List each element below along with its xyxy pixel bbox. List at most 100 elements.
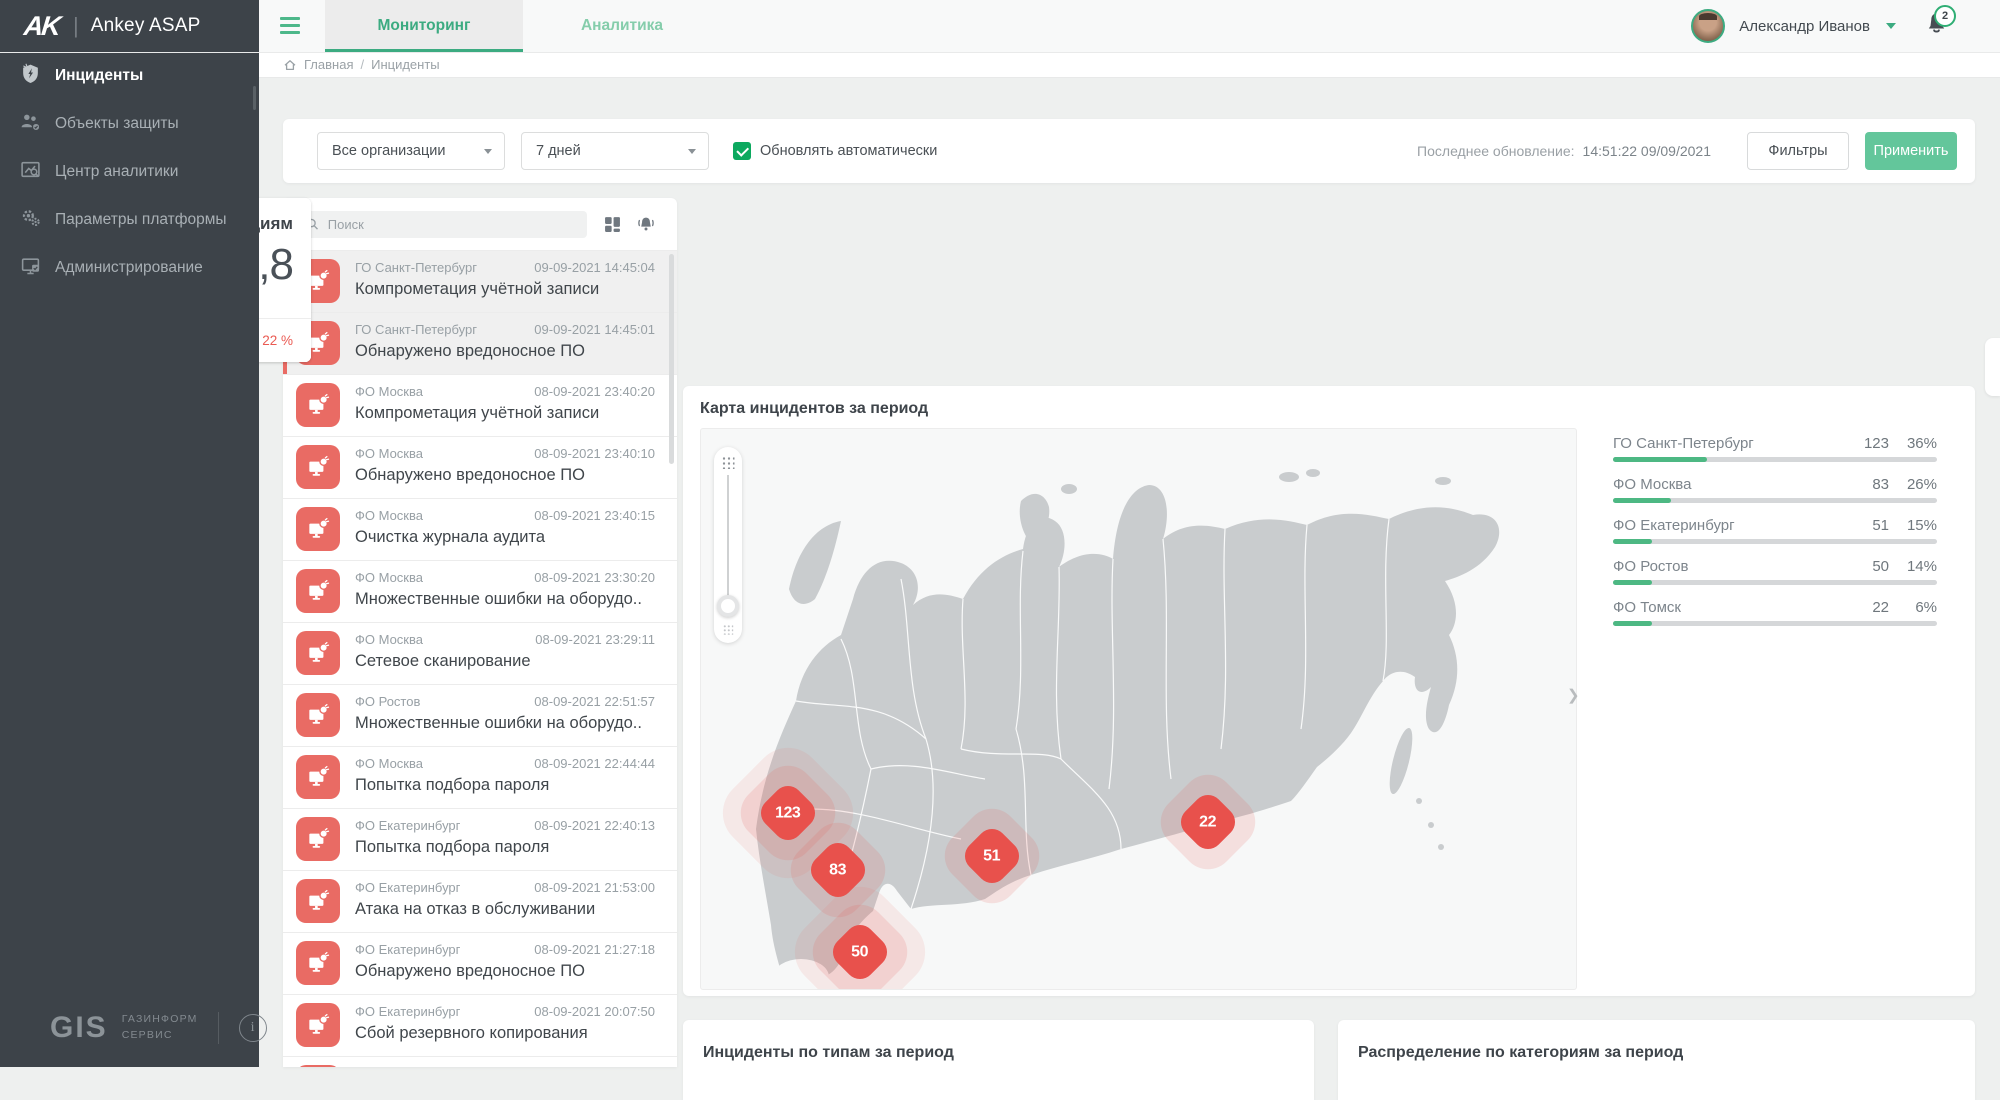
alert-bell-icon[interactable] bbox=[637, 215, 655, 233]
search-input[interactable] bbox=[326, 216, 578, 233]
administration-icon bbox=[20, 255, 41, 281]
map-zoom-slider[interactable] bbox=[714, 447, 742, 643]
chevron-down-icon[interactable] bbox=[1886, 23, 1896, 29]
tab-monitoring[interactable]: Мониторинг bbox=[325, 0, 523, 52]
filters-button[interactable]: Фильтры bbox=[1747, 132, 1849, 170]
chevron-down-icon bbox=[484, 149, 492, 154]
sidebar-item-label: Параметры платформы bbox=[55, 211, 227, 229]
zoom-handle[interactable] bbox=[717, 595, 739, 617]
legend-bar-fill bbox=[1613, 498, 1671, 503]
breadcrumb: Главная / Инциденты bbox=[259, 52, 2000, 78]
legend-label: ФО Екатеринбург bbox=[1613, 517, 1872, 534]
incident-type-icon bbox=[296, 817, 340, 861]
incident-row[interactable]: ФО Екатеринбург 08-09-2021 21:27:18 Обна… bbox=[283, 932, 677, 994]
legend-bar-fill bbox=[1613, 539, 1652, 544]
incident-organization: ГО Санкт-Петербург bbox=[355, 322, 477, 337]
legend-value: 22 bbox=[1872, 599, 1889, 616]
incident-timestamp: 08-09-2021 23:40:15 bbox=[534, 508, 655, 523]
incident-title: Обнаружено вредоносное ПО bbox=[355, 466, 585, 485]
incident-organization: ФО Екатеринбург bbox=[355, 1004, 460, 1019]
sidebar-item-label: Центр аналитики bbox=[55, 163, 178, 181]
footer-divider bbox=[218, 1012, 219, 1044]
legend-bar-track bbox=[1613, 457, 1937, 462]
grid-view-icon[interactable] bbox=[603, 215, 621, 233]
tab-analytics[interactable]: Аналитика bbox=[523, 0, 721, 52]
legend-bar-fill bbox=[1613, 580, 1652, 585]
incident-organization: ФО Ростов bbox=[355, 694, 420, 709]
legend-row: ФО Томск 22 6% bbox=[1613, 599, 1937, 640]
incident-organization: ФО Москва bbox=[355, 756, 423, 771]
sidebar-item-label: Администрирование bbox=[55, 259, 203, 277]
incident-row[interactable]: ФО Екатеринбург 08-09-2021 21:53:00 Атак… bbox=[283, 870, 677, 932]
incident-organization: ГО Санкт-Петербург bbox=[355, 260, 477, 275]
sidebar-item[interactable]: Инциденты bbox=[0, 52, 259, 100]
incident-row[interactable]: ФО Екатеринбург 08-09-2021 20:07:50 Сбой… bbox=[283, 994, 677, 1056]
breadcrumb-home[interactable]: Главная bbox=[304, 57, 353, 72]
incident-type-icon bbox=[296, 879, 340, 923]
auto-refresh-toggle[interactable]: Обновлять автоматически bbox=[733, 142, 937, 160]
shield-bolt-icon bbox=[20, 63, 41, 89]
incident-row[interactable]: ФО Москва 08-09-2021 22:44:44 Попытка по… bbox=[283, 746, 677, 808]
home-icon[interactable] bbox=[283, 58, 297, 72]
menu-toggle-icon[interactable] bbox=[280, 17, 300, 34]
incident-type-icon bbox=[296, 693, 340, 737]
scroll-indicator[interactable] bbox=[1985, 338, 2000, 396]
incident-row[interactable]: ФО Москва 08-09-2021 23:40:15 Очистка жу… bbox=[283, 498, 677, 560]
info-icon[interactable]: i bbox=[239, 1014, 267, 1042]
kpi-delta-value: 22 % bbox=[262, 333, 293, 348]
incident-row[interactable]: ФО Москва 08-09-2021 23:40:20 Компромета… bbox=[283, 374, 677, 436]
collapse-chevron-icon[interactable]: ❯ bbox=[1567, 686, 1580, 704]
filter-bar: Все организации 7 дней Обновлять автомат… bbox=[283, 119, 1975, 183]
incident-list-header bbox=[283, 198, 677, 250]
incident-timestamp: 08-09-2021 20:07:50 bbox=[534, 1004, 655, 1019]
incident-row[interactable] bbox=[283, 1056, 677, 1067]
organization-select[interactable]: Все организации bbox=[317, 132, 505, 170]
list-scrollbar[interactable] bbox=[669, 254, 674, 464]
sidebar-item[interactable]: Центр аналитики bbox=[0, 148, 259, 196]
checkbox-checked-icon[interactable] bbox=[733, 142, 751, 160]
incident-timestamp: 08-09-2021 23:30:20 bbox=[534, 570, 655, 585]
legend-value: 50 bbox=[1872, 558, 1889, 575]
incident-timestamp: 09-09-2021 14:45:01 bbox=[534, 322, 655, 337]
incident-row[interactable]: ФО Ростов 08-09-2021 22:51:57 Множествен… bbox=[283, 684, 677, 746]
legend-percent: 26% bbox=[1889, 476, 1937, 493]
sidebar-footer: GIS ГАЗИНФОРМСЕРВИС i bbox=[50, 1011, 267, 1045]
analytics-center-icon bbox=[20, 159, 41, 185]
legend-bar-track bbox=[1613, 498, 1937, 503]
incident-title: Сетевое сканирование bbox=[355, 652, 531, 671]
zoom-in-icon[interactable] bbox=[722, 456, 735, 469]
map-canvas[interactable]: 123 83 51 50 22 bbox=[700, 428, 1577, 990]
sidebar-item-label: Объекты защиты bbox=[55, 115, 179, 133]
incident-organization: ФО Москва bbox=[355, 508, 423, 523]
sidebar-item[interactable]: Администрирование bbox=[0, 244, 259, 292]
gis-logo: GIS bbox=[50, 1011, 108, 1045]
incident-type-icon bbox=[296, 1003, 340, 1047]
sidebar-item[interactable]: Объекты защиты bbox=[0, 100, 259, 148]
apply-button[interactable]: Применить bbox=[1865, 132, 1957, 170]
auto-refresh-label: Обновлять автоматически bbox=[760, 143, 937, 159]
incident-row[interactable]: ФО Екатеринбург 08-09-2021 22:40:13 Попы… bbox=[283, 808, 677, 870]
incident-organization: ФО Екатеринбург bbox=[355, 818, 460, 833]
search-box[interactable] bbox=[297, 211, 587, 238]
incident-title: Компрометация учётной записи bbox=[355, 280, 599, 299]
legend-value: 51 bbox=[1872, 517, 1889, 534]
sidebar-item[interactable]: Параметры платформы bbox=[0, 196, 259, 244]
avatar[interactable] bbox=[1691, 9, 1725, 43]
incident-row[interactable]: ФО Москва 08-09-2021 23:40:10 Обнаружено… bbox=[283, 436, 677, 498]
legend-label: ФО Москва bbox=[1613, 476, 1872, 493]
legend-bar-track bbox=[1613, 539, 1937, 544]
incident-type-icon bbox=[296, 507, 340, 551]
gis-company-name: ГАЗИНФОРМСЕРВИС bbox=[122, 1012, 198, 1044]
breadcrumb-separator: / bbox=[360, 57, 364, 72]
incident-row[interactable]: ФО Москва 08-09-2021 23:29:11 Сетевое ск… bbox=[283, 622, 677, 684]
incident-row[interactable]: ФО Москва 08-09-2021 23:30:20 Множествен… bbox=[283, 560, 677, 622]
incident-row[interactable]: ГО Санкт-Петербург 09-09-2021 14:45:04 К… bbox=[283, 250, 677, 312]
sidebar-scrollbar[interactable] bbox=[253, 86, 256, 110]
incident-row[interactable]: ГО Санкт-Петербург 09-09-2021 14:45:01 О… bbox=[283, 312, 677, 374]
period-select[interactable]: 7 дней bbox=[521, 132, 709, 170]
incident-title: Очистка журнала аудита bbox=[355, 528, 545, 547]
legend-bar-fill bbox=[1613, 621, 1652, 626]
zoom-out-icon[interactable] bbox=[723, 624, 733, 634]
notifications-button[interactable]: 2 bbox=[1924, 11, 1950, 41]
legend-label: ФО Томск bbox=[1613, 599, 1872, 616]
